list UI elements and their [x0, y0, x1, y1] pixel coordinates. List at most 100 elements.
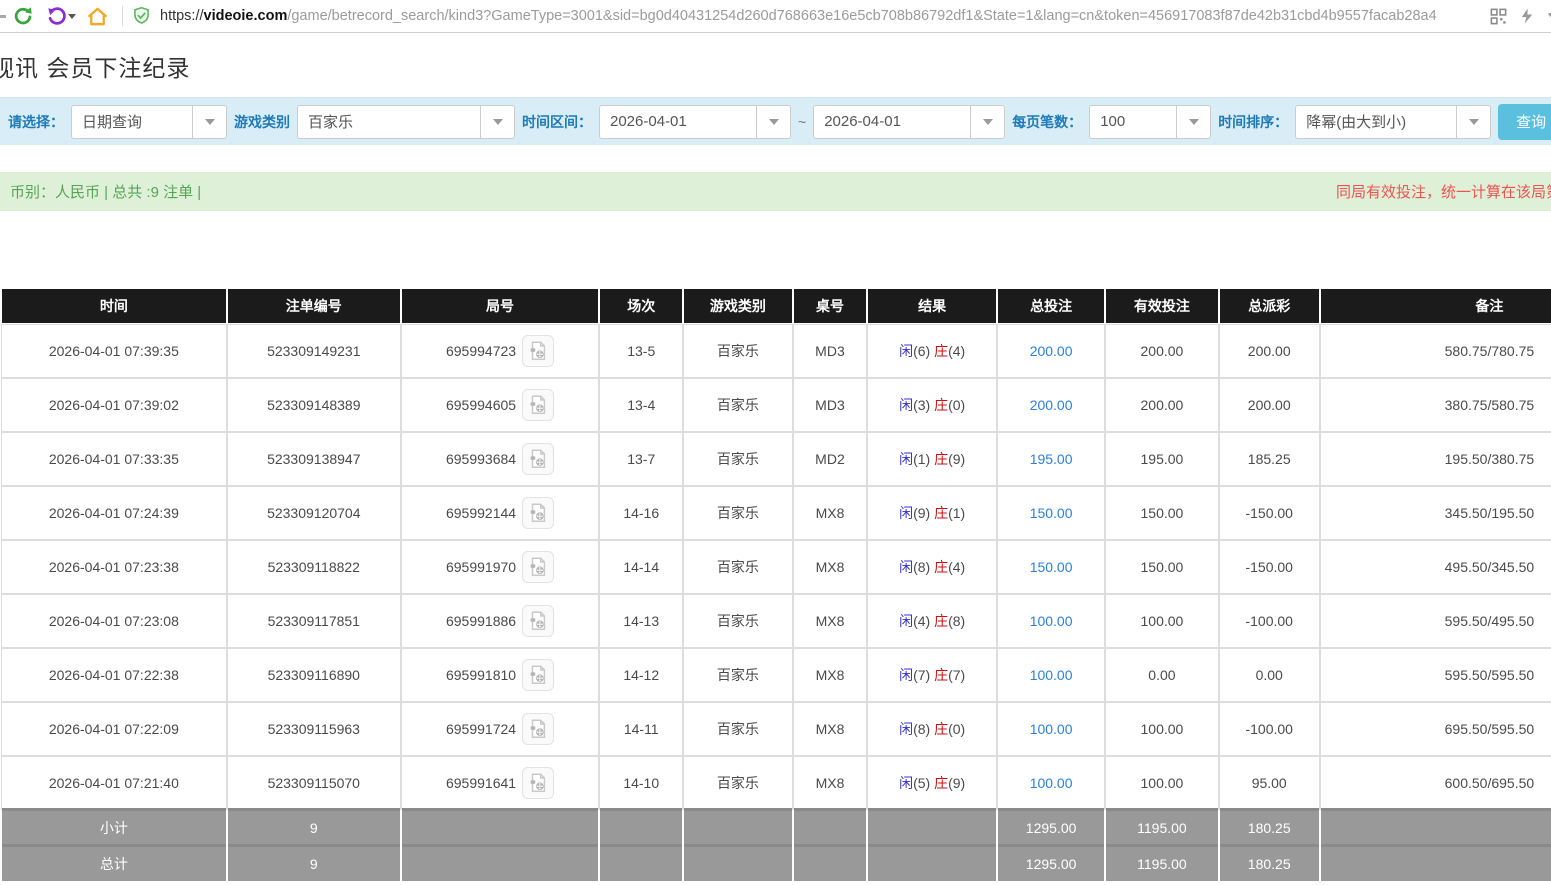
- result-cell: 闲(8) 庄(0): [868, 703, 996, 755]
- sort-select[interactable]: 降幂(由大到小): [1295, 105, 1491, 139]
- chevron-down-icon[interactable]: [970, 106, 1004, 138]
- valid-bet-cell: 195.00: [1106, 433, 1217, 485]
- total-bet-cell: 100.00: [998, 757, 1104, 809]
- player-label: 闲: [899, 721, 913, 737]
- banker-label: 庄: [934, 343, 948, 359]
- player-points: (5): [913, 775, 934, 791]
- video-replay-button[interactable]: [522, 605, 554, 637]
- banker-label: 庄: [934, 451, 948, 467]
- video-replay-button[interactable]: [522, 713, 554, 745]
- chevron-down-icon[interactable]: [1176, 106, 1210, 138]
- date-from-value: 2026-04-01: [600, 106, 756, 138]
- total-bet-link[interactable]: 100.00: [1030, 721, 1073, 737]
- total-bet-link[interactable]: 150.00: [1030, 559, 1073, 575]
- total-bet-link[interactable]: 100.00: [1030, 775, 1073, 791]
- table-number-cell: MX8: [794, 703, 867, 755]
- chevron-down-icon[interactable]: [1456, 106, 1490, 138]
- bet-id-cell: 523309148389: [228, 379, 400, 431]
- footer-empty-cell: [868, 811, 996, 845]
- table-number-cell: MX8: [794, 487, 867, 539]
- lightning-icon[interactable]: [1518, 6, 1536, 26]
- date-to-select[interactable]: 2026-04-01: [813, 105, 1005, 139]
- video-replay-button[interactable]: [522, 551, 554, 583]
- video-file-icon: [527, 772, 549, 794]
- undo-icon: [46, 5, 68, 27]
- video-replay-button[interactable]: [522, 767, 554, 799]
- round-number: 695991970: [446, 559, 516, 575]
- banker-points: (0): [948, 397, 965, 413]
- address-bar[interactable]: https://videoie.com/game/betrecord_searc…: [131, 5, 1483, 27]
- player-label: 闲: [899, 343, 913, 359]
- total-bet-link[interactable]: 100.00: [1030, 613, 1073, 629]
- video-replay-button[interactable]: [522, 389, 554, 421]
- total-bet-cell: 100.00: [998, 649, 1104, 701]
- footer-payout-cell: 180.25: [1220, 847, 1319, 881]
- search-button[interactable]: 查询: [1498, 104, 1551, 140]
- table-row: 2026-04-01 07:22:38523309116890695991810…: [2, 649, 1551, 701]
- video-replay-button[interactable]: [522, 659, 554, 691]
- footer-valid-bet-cell: 1195.00: [1106, 811, 1217, 845]
- total-bet-link[interactable]: 200.00: [1030, 397, 1073, 413]
- total-bet-link[interactable]: 200.00: [1030, 343, 1073, 359]
- video-replay-button[interactable]: [522, 443, 554, 475]
- round-cell: 695991641: [402, 757, 598, 809]
- filter-bar: 请选择： 日期查询 游戏类别 百家乐 时间区间： 2026-04-01 ~ 20…: [0, 97, 1551, 145]
- video-file-icon: [527, 556, 549, 578]
- round-number: 695993684: [446, 451, 516, 467]
- bet-time-cell: 2026-04-01 07:39:02: [2, 379, 226, 431]
- video-replay-button[interactable]: [522, 497, 554, 529]
- video-file-icon: [527, 502, 549, 524]
- banker-label: 庄: [934, 613, 948, 629]
- session-cell: 14-10: [600, 757, 682, 809]
- game-type-cell: 百家乐: [684, 379, 791, 431]
- home-button[interactable]: [80, 3, 114, 29]
- total-bet-link[interactable]: 100.00: [1030, 667, 1073, 683]
- round-cell: 695994605: [402, 379, 598, 431]
- valid-bet-notice-text: 同局有效投注，统一计算在该局第: [1336, 181, 1551, 202]
- date-from-select[interactable]: 2026-04-01: [599, 105, 791, 139]
- page-size-select[interactable]: 100: [1089, 105, 1211, 139]
- player-points: (3): [913, 397, 934, 413]
- round-wrap: 695992144: [402, 497, 598, 529]
- bet-time-cell: 2026-04-01 07:33:35: [2, 433, 226, 485]
- payout-cell: -100.00: [1220, 703, 1319, 755]
- query-mode-value: 日期查询: [72, 106, 192, 138]
- subtotal-row: 小计91295.001195.00180.25: [2, 811, 1551, 845]
- round-cell: 695991970: [402, 541, 598, 593]
- total-bet-link[interactable]: 150.00: [1030, 505, 1073, 521]
- bookmark-star-icon[interactable]: [1546, 6, 1551, 26]
- table-row: 2026-04-01 07:22:09523309115963695991724…: [2, 703, 1551, 755]
- game-type-select[interactable]: 百家乐: [297, 105, 515, 139]
- player-label: 闲: [899, 667, 913, 683]
- round-wrap: 695994723: [402, 335, 598, 367]
- table-row: 2026-04-01 07:39:35523309149231695994723…: [2, 325, 1551, 377]
- payout-cell: 200.00: [1220, 379, 1319, 431]
- banker-label: 庄: [934, 559, 948, 575]
- result-cell: 闲(9) 庄(1): [868, 487, 996, 539]
- banker-points: (0): [948, 721, 965, 737]
- valid-bet-cell: 100.00: [1106, 595, 1217, 647]
- undo-history-caret[interactable]: [68, 14, 76, 19]
- video-file-icon: [527, 340, 549, 362]
- payout-cell: -100.00: [1220, 595, 1319, 647]
- bet-records-table: 时间注单编号局号场次游戏类别桌号结果总投注有效投注总派彩备注 2026-04-0…: [0, 287, 1551, 883]
- chevron-down-icon[interactable]: [192, 106, 226, 138]
- payout-cell: 0.00: [1220, 649, 1319, 701]
- chevron-down-icon[interactable]: [756, 106, 790, 138]
- banker-points: (1): [948, 505, 965, 521]
- qr-code-icon[interactable]: [1489, 7, 1508, 26]
- footer-empty-cell: [684, 847, 791, 881]
- url-text: https://videoie.com/game/betrecord_searc…: [160, 8, 1437, 24]
- total-bet-link[interactable]: 195.00: [1030, 451, 1073, 467]
- chevron-down-icon[interactable]: [480, 106, 514, 138]
- refresh-button[interactable]: [6, 3, 40, 29]
- query-mode-select[interactable]: 日期查询: [71, 105, 227, 139]
- column-header: 备注: [1321, 289, 1551, 323]
- player-label: 闲: [899, 451, 913, 467]
- player-label: 闲: [899, 505, 913, 521]
- video-replay-button[interactable]: [522, 335, 554, 367]
- player-label: 闲: [899, 775, 913, 791]
- total-bet-cell: 150.00: [998, 487, 1104, 539]
- banker-label: 庄: [934, 397, 948, 413]
- round-number: 695991724: [446, 721, 516, 737]
